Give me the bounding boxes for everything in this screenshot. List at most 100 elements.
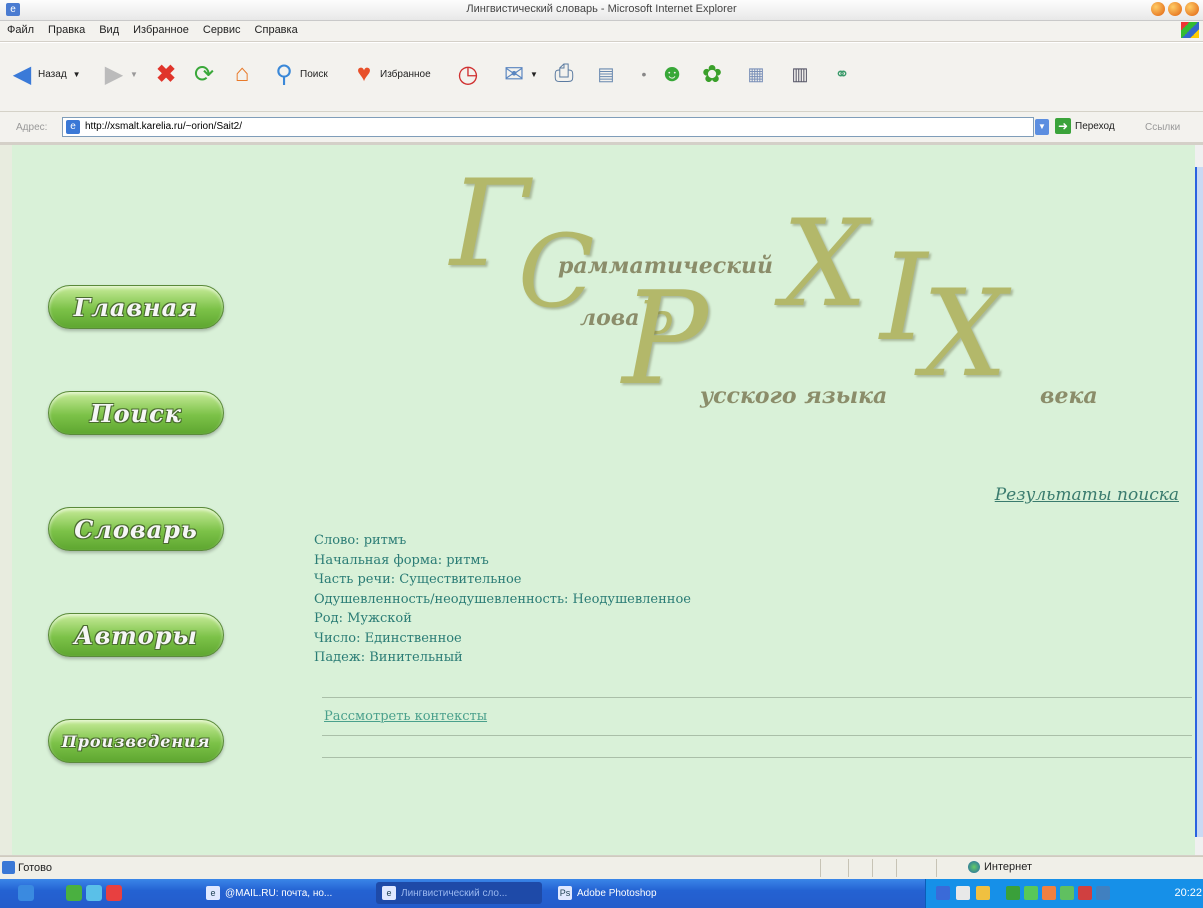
address-input[interactable]: e http://xsmalt.karelia.ru/~orion/Sait2/ [62,117,1034,137]
logo-century: века [1040,383,1098,409]
heart-icon: ♥ [356,60,372,87]
tray-icon[interactable] [1006,886,1020,900]
detail-word: Слово: ритмъ [314,533,407,548]
scrollbar-thumb[interactable] [1195,167,1203,837]
menu-view[interactable]: Вид [92,21,126,36]
home-icon: ⌂ [234,60,250,87]
language-icon[interactable] [936,886,950,900]
tray-icon[interactable] [976,886,990,900]
dropdown-icon: ▼ [130,69,138,79]
links-button[interactable]: Ссылки [1145,122,1180,133]
refresh-button[interactable]: ⟳ [188,58,220,90]
go-button[interactable]: ➜ Переход [1055,118,1115,134]
minimize-button[interactable] [1151,2,1165,16]
vertical-scrollbar[interactable] [1195,145,1203,855]
photoshop-icon: Ps [558,886,572,900]
icq-button[interactable]: ✿ [696,58,728,90]
security-zone: Интернет [968,861,1032,873]
back-button[interactable]: ◀ Назад ▼ [6,58,81,90]
back-arrow-icon: ◀ [12,60,32,88]
dropdown-icon: ▼ [530,69,538,79]
search-icon: ⚲ [275,60,293,88]
menu-file[interactable]: Файл [0,21,41,36]
acrobat-quicklaunch-icon[interactable] [106,885,122,901]
tray-icon[interactable] [1042,886,1056,900]
address-label: Адрес: [16,122,48,133]
menu-help[interactable]: Справка [248,21,305,36]
ie-icon: e [206,886,220,900]
window-title: Лингвистический словарь - Microsoft Inte… [466,3,737,15]
quicklaunch-icon[interactable] [66,885,82,901]
logo-roman-i: I [880,229,928,368]
messenger-button[interactable]: ☻ [656,58,688,90]
page-content: Г С рамматический лова ь Р усского языка… [12,145,1195,855]
mail-button[interactable]: ✉ ▼ [498,58,538,90]
windows-logo-icon [1181,22,1199,38]
logo-letter-r: Р [622,265,709,414]
ie-quicklaunch-icon[interactable] [18,885,34,901]
menu-favorites[interactable]: Избранное [126,21,196,36]
logo-roman-x1: X [782,195,868,334]
research-button[interactable]: ▦ [740,58,772,90]
nav-dictionary-button[interactable]: Словарь [48,507,224,551]
maximize-button[interactable] [1168,2,1182,16]
go-arrow-icon: ➜ [1055,118,1071,134]
stop-button[interactable]: ✖ [150,58,182,90]
taskbar-task-mail[interactable]: e @MAIL.RU: почта, но... [200,882,370,904]
divider [322,697,1192,698]
tray-icon[interactable] [1024,886,1038,900]
forward-arrow-icon: ▶ [104,60,124,88]
close-button[interactable] [1185,2,1199,16]
view-contexts-link[interactable]: Рассмотреть контексты [324,709,487,724]
detail-case: Падеж: Винительный [314,650,463,665]
ie-icon: e [382,886,396,900]
address-url: http://xsmalt.karelia.ru/~orion/Sait2/ [85,121,243,132]
divider [322,757,1192,758]
detail-gender: Род: Мужской [314,611,412,626]
history-button[interactable]: ◷ [452,58,484,90]
results-heading-link[interactable]: Результаты поиска [995,485,1179,505]
window-controls [1148,2,1199,21]
detail-animacy: Одушевленность/неодушевленность: Неодуше… [314,591,691,607]
address-dropdown-button[interactable]: ▼ [1035,119,1049,135]
address-bar: Адрес: e http://xsmalt.karelia.ru/~orion… [0,111,1203,142]
page-icon: e [66,120,80,134]
history-clock-icon: ◷ [457,60,479,88]
print-button[interactable]: ⎙ [548,58,580,90]
menu-edit[interactable]: Правка [41,21,92,36]
mail-icon: ✉ [503,60,525,88]
nav-home-button[interactable]: Главная [48,285,224,329]
detail-part-of-speech: Часть речи: Существительное [314,572,522,587]
home-button[interactable]: ⌂ [226,58,258,90]
system-tray: 20:22 [925,879,1203,908]
menu-tools[interactable]: Сервис [196,21,248,36]
site-logo: Г С рамматический лова ь Р усского языка… [432,155,1098,415]
edit-button[interactable]: ▤ [590,58,622,90]
nav-authors-button[interactable]: Авторы [48,613,224,657]
help-icon[interactable] [956,886,970,900]
status-divider [820,859,821,877]
edit-icon: ▤ [597,63,615,84]
tray-icon[interactable] [1078,886,1092,900]
taskbar-task-photoshop[interactable]: Ps Adobe Photoshop [552,882,718,904]
calculator-button[interactable]: ▥ [784,58,816,90]
word-details: Слово: ритмъ Начальная форма: ритмъ Част… [314,531,691,668]
nav-search-button[interactable]: Поиск [48,391,224,435]
refresh-icon: ⟳ [193,60,215,88]
quicklaunch-icon[interactable] [86,885,102,901]
research-icon: ▦ [747,63,765,84]
tray-icon[interactable] [1096,886,1110,900]
status-divider [896,859,897,877]
search-button[interactable]: ⚲ Поиск [268,58,328,90]
menu-bar: Файл Правка Вид Избранное Сервис Справка [0,21,1203,41]
detail-number: Число: Единственное [314,630,462,646]
detail-base-form: Начальная форма: ритмъ [314,552,489,568]
tray-icon[interactable] [1060,886,1074,900]
stop-icon: ✖ [155,60,177,88]
taskbar-task-dictionary[interactable]: e Лингвистический сло... [376,882,542,904]
users-button[interactable]: ⚭ [826,58,858,90]
forward-button[interactable]: ▶ ▼ [98,58,138,90]
favorites-button[interactable]: ♥ Избранное [348,58,431,90]
globe-icon [968,861,980,873]
nav-works-button[interactable]: Произведения [48,719,224,763]
